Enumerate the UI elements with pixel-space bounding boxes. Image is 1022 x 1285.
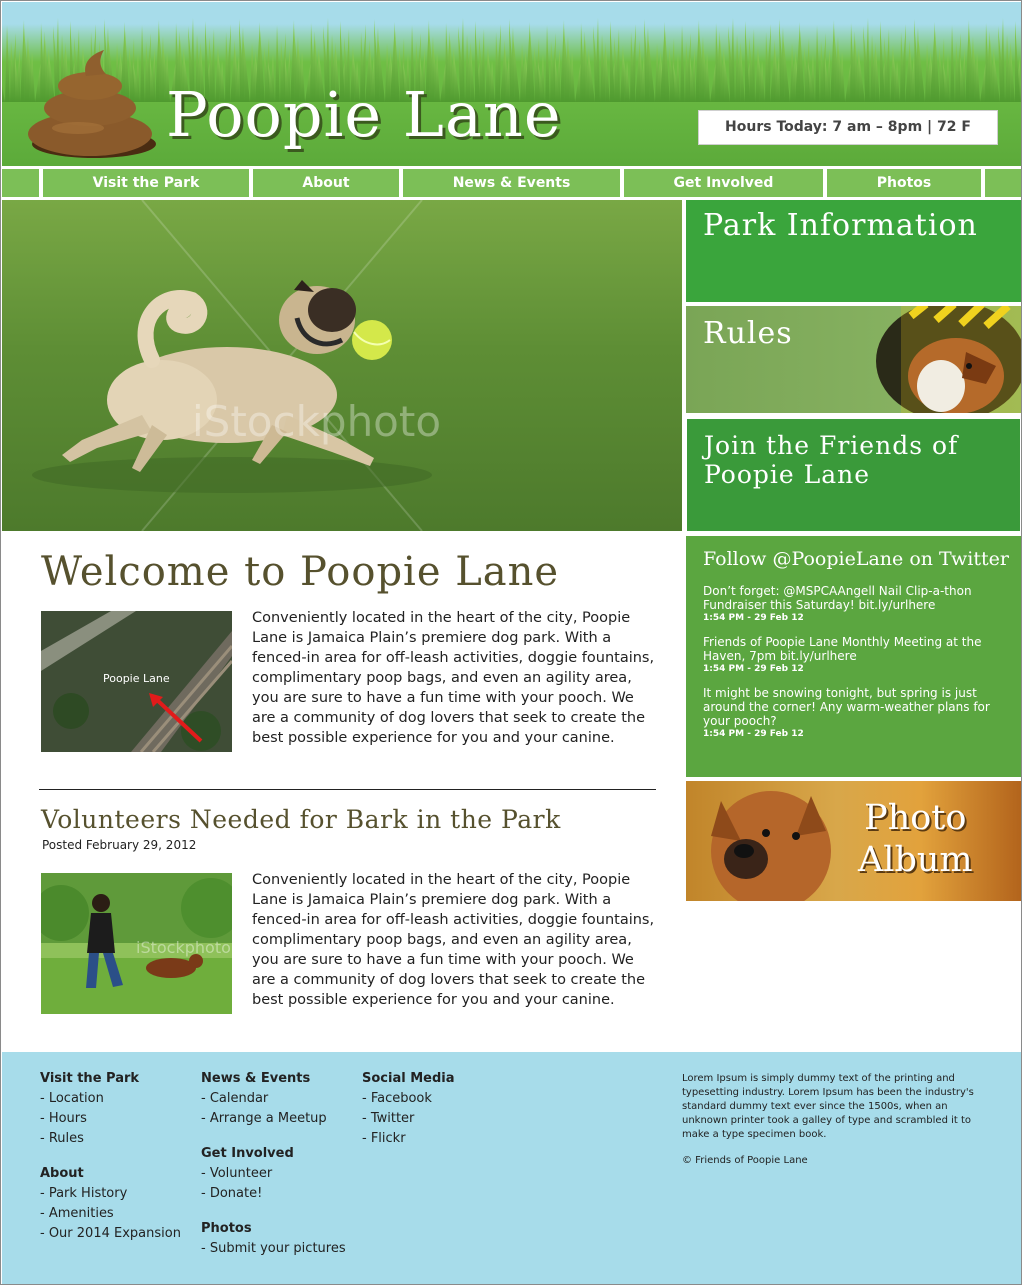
footer-link-volunteer[interactable]: - Volunteer xyxy=(201,1164,346,1184)
tweet-item: Friends of Poopie Lane Monthly Meeting a… xyxy=(703,635,1008,675)
hero-image: iStockphoto xyxy=(2,200,682,531)
join-friends-title: Join the Friends of Poopie Lane xyxy=(704,431,958,489)
footer-link-amenities[interactable]: - Amenities xyxy=(40,1204,181,1224)
nav-item-about[interactable]: About xyxy=(253,169,399,197)
park-information-title: Park Information xyxy=(703,208,978,243)
post-watermark: iStockphoto xyxy=(136,938,231,957)
join-friends-tile[interactable]: Join the Friends of Poopie Lane xyxy=(686,418,1021,532)
photo-album-title-line2: Album xyxy=(858,840,973,880)
post-date: Posted February 29, 2012 xyxy=(42,838,197,852)
park-information-tile[interactable]: Park Information xyxy=(686,200,1021,302)
footer-copyright: © Friends of Poopie Lane xyxy=(682,1155,808,1166)
footer-link-twitter[interactable]: - Twitter xyxy=(362,1109,455,1129)
footer-heading-social: Social Media xyxy=(362,1071,455,1086)
grass-blade xyxy=(770,40,775,102)
grass-blade xyxy=(745,21,750,102)
welcome-paragraph: Conveniently located in the heart of the… xyxy=(252,610,655,746)
footer-link-rules[interactable]: - Rules xyxy=(40,1129,181,1149)
grass-blade xyxy=(815,25,820,102)
grass-blade xyxy=(610,21,615,102)
twitter-feed-panel: Follow @PoopieLane on Twitter Don’t forg… xyxy=(686,536,1021,777)
join-friends-title-line2: Poopie Lane xyxy=(704,460,871,489)
footer-link-hours[interactable]: - Hours xyxy=(40,1109,181,1129)
footer-column-1: Visit the Park - Location - Hours - Rule… xyxy=(40,1069,181,1244)
footer-link-expansion[interactable]: - Our 2014 Expansion xyxy=(40,1224,181,1244)
footer-heading-involved[interactable]: Get Involved xyxy=(201,1144,346,1164)
poop-logo-icon xyxy=(28,50,156,158)
footer-link-flickr[interactable]: - Flickr xyxy=(362,1129,455,1149)
photo-album-title-line1: Photo xyxy=(864,798,967,838)
grass-blade xyxy=(875,50,880,102)
footer-link-submit-pictures[interactable]: - Submit your pictures xyxy=(201,1239,346,1259)
footer-column-2: News & Events - Calendar - Arrange a Mee… xyxy=(201,1069,346,1259)
tweet-item: It might be snowing tonight, but spring … xyxy=(703,686,1008,740)
rules-title: Rules xyxy=(703,316,793,351)
rules-tile[interactable]: Rules xyxy=(686,306,1021,413)
map-label: Poopie Lane xyxy=(103,672,170,685)
nav-item-photos[interactable]: Photos xyxy=(827,169,981,197)
nav-item-news-events[interactable]: News & Events xyxy=(403,169,620,197)
section-divider xyxy=(39,789,656,790)
grass-blade xyxy=(665,30,670,102)
grass-blade xyxy=(800,30,805,102)
tweet-item: Don’t forget: @MSPCAAngell Nail Clip-a-t… xyxy=(703,584,1008,624)
photo-album-tile[interactable]: Photo Album xyxy=(686,781,1021,901)
grass-blade xyxy=(605,50,610,102)
nav-item-visit-the-park[interactable]: Visit the Park xyxy=(43,169,249,197)
footer-about-text: Lorem Ipsum is simply dummy text of the … xyxy=(682,1073,974,1140)
tweet-text: Don’t forget: @MSPCAAngell Nail Clip-a-t… xyxy=(703,584,972,612)
twitter-heading[interactable]: Follow @PoopieLane on Twitter xyxy=(703,548,1009,570)
footer-link-location[interactable]: - Location xyxy=(40,1089,181,1109)
grass-blade xyxy=(950,25,955,102)
tweet-text: Friends of Poopie Lane Monthly Meeting a… xyxy=(703,635,982,663)
footer-link-donate[interactable]: - Donate! xyxy=(201,1184,346,1204)
site-footer: Visit the Park - Location - Hours - Rule… xyxy=(2,1052,1021,1284)
hero-watermark: iStockphoto xyxy=(192,397,441,446)
footer-link-meetup[interactable]: - Arrange a Meetup xyxy=(201,1109,346,1129)
tweet-timestamp[interactable]: 1:54 PM - 29 Feb 12 xyxy=(703,728,1008,740)
tweet-text: It might be snowing tonight, but spring … xyxy=(703,686,990,728)
grass-blade xyxy=(680,25,685,102)
grass-blade xyxy=(1010,50,1015,102)
page-frame: Poopie Lane Hours Today: 7 am – 8pm | 72… xyxy=(0,0,1022,1285)
tweet-timestamp[interactable]: 1:54 PM - 29 Feb 12 xyxy=(703,612,1008,624)
site-header: Poopie Lane Hours Today: 7 am – 8pm | 72… xyxy=(2,2,1021,166)
nav-spacer-right xyxy=(985,169,1021,197)
post-paragraph: Conveniently located in the heart of the… xyxy=(252,872,655,1008)
grass-blade xyxy=(635,40,640,102)
post-title[interactable]: Volunteers Needed for Bark in the Park xyxy=(41,805,561,834)
grass-blade xyxy=(935,30,940,102)
grass-blade xyxy=(880,21,885,102)
footer-heading-news[interactable]: News & Events xyxy=(201,1069,346,1089)
map-thumbnail[interactable]: Poopie Lane xyxy=(41,611,232,752)
grass-blade xyxy=(5,25,10,102)
tweet-timestamp[interactable]: 1:54 PM - 29 Feb 12 xyxy=(703,663,1008,675)
grass-blade xyxy=(740,50,745,102)
welcome-title: Welcome to Poopie Lane xyxy=(41,549,560,595)
photo-album-title: Photo Album xyxy=(858,797,973,881)
footer-link-park-history[interactable]: - Park History xyxy=(40,1184,181,1204)
main-nav: Visit the Park About News & Events Get I… xyxy=(2,166,1021,198)
nav-item-get-involved[interactable]: Get Involved xyxy=(624,169,823,197)
footer-link-facebook[interactable]: - Facebook xyxy=(362,1089,455,1109)
join-friends-title-line1: Join the Friends of xyxy=(704,431,959,460)
pug-photo-illustration: iStockphoto xyxy=(32,200,441,531)
girl-dog-photo-illustration: iStockphoto xyxy=(41,873,232,1014)
site-title[interactable]: Poopie Lane xyxy=(166,78,562,151)
footer-heading-photos[interactable]: Photos xyxy=(201,1219,346,1239)
grass-blade xyxy=(905,40,910,102)
footer-link-calendar[interactable]: - Calendar xyxy=(201,1089,346,1109)
grass-blade xyxy=(1015,21,1020,102)
footer-heading-visit[interactable]: Visit the Park xyxy=(40,1069,181,1089)
map-illustration: Poopie Lane xyxy=(41,611,232,752)
grass-blade xyxy=(2,84,5,102)
footer-heading-about[interactable]: About xyxy=(40,1164,181,1184)
footer-column-3: Social Media - Facebook - Twitter - Flic… xyxy=(362,1069,455,1149)
nav-spacer-left xyxy=(2,169,39,197)
post-thumbnail[interactable]: iStockphoto xyxy=(41,873,232,1014)
hours-today-box: Hours Today: 7 am – 8pm | 72 F xyxy=(698,110,998,145)
